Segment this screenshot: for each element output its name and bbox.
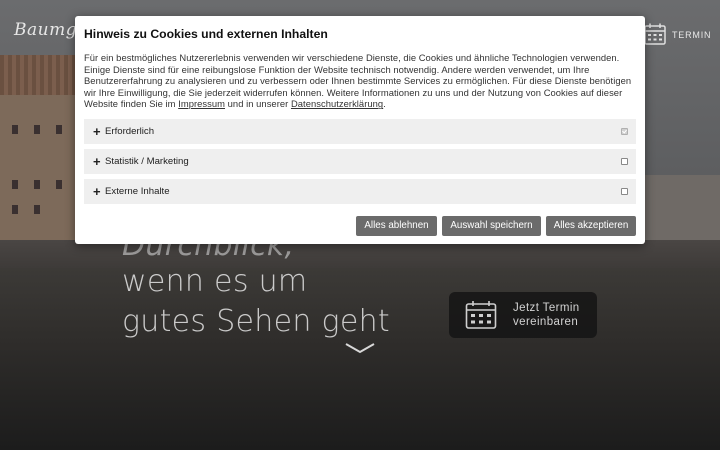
- building-window: [12, 180, 18, 189]
- description-text-mid: und in unserer: [227, 98, 289, 110]
- privacy-policy-link[interactable]: Datenschutzerklärung: [291, 98, 383, 109]
- building-window: [34, 205, 40, 214]
- calendar-icon: [465, 301, 497, 329]
- category-checkbox-required: [621, 128, 628, 135]
- category-label: Externe Inhalte: [105, 186, 170, 197]
- building-window: [34, 125, 40, 134]
- cta-line2: vereinbaren: [513, 316, 579, 328]
- category-statistics-marketing[interactable]: + Statistik / Marketing: [84, 149, 636, 174]
- chevron-down-icon[interactable]: [344, 341, 376, 355]
- right-bank-buildings: [640, 175, 720, 250]
- description-text-end: .: [383, 98, 386, 110]
- category-label: Statistik / Marketing: [105, 156, 189, 167]
- expand-plus-icon[interactable]: +: [93, 125, 103, 138]
- accept-all-button[interactable]: Alles akzeptieren: [546, 216, 636, 236]
- tagline-line2: gutes Sehen geht: [122, 304, 390, 339]
- reject-all-button[interactable]: Alles ablehnen: [356, 216, 437, 236]
- building-window: [12, 125, 18, 134]
- expand-plus-icon[interactable]: +: [93, 185, 103, 198]
- book-appointment-button[interactable]: Jetzt Termin vereinbaren: [449, 292, 597, 338]
- termin-link[interactable]: TERMIN: [672, 30, 711, 40]
- dialog-actions: Alles ablehnen Auswahl speichern Alles a…: [356, 216, 636, 236]
- dialog-title: Hinweis zu Cookies und externen Inhalten: [84, 27, 328, 41]
- tagline-line1: wenn es um: [122, 264, 308, 299]
- building-window: [12, 205, 18, 214]
- category-label: Erforderlich: [105, 126, 155, 137]
- dialog-description: Für ein bestmögliches Nutzererlebnis ver…: [84, 52, 636, 110]
- calendar-icon[interactable]: [644, 23, 666, 45]
- category-checkbox-external[interactable]: [621, 188, 628, 195]
- category-external-content[interactable]: + Externe Inhalte: [84, 179, 636, 204]
- building-window: [56, 180, 62, 189]
- expand-plus-icon[interactable]: +: [93, 155, 103, 168]
- stone-bridge: [0, 240, 720, 270]
- cta-line1: Jetzt Termin: [513, 302, 580, 314]
- building-window: [56, 125, 62, 134]
- category-required[interactable]: + Erforderlich: [84, 119, 636, 144]
- cta-label: Jetzt Termin vereinbaren: [513, 301, 580, 329]
- building-window: [34, 180, 40, 189]
- save-selection-button[interactable]: Auswahl speichern: [442, 216, 541, 236]
- building: [0, 55, 75, 255]
- impressum-link[interactable]: Impressum: [178, 98, 225, 109]
- river-water: [0, 268, 720, 450]
- cookie-consent-dialog: Hinweis zu Cookies und externen Inhalten…: [75, 16, 645, 244]
- category-checkbox-statistics[interactable]: [621, 158, 628, 165]
